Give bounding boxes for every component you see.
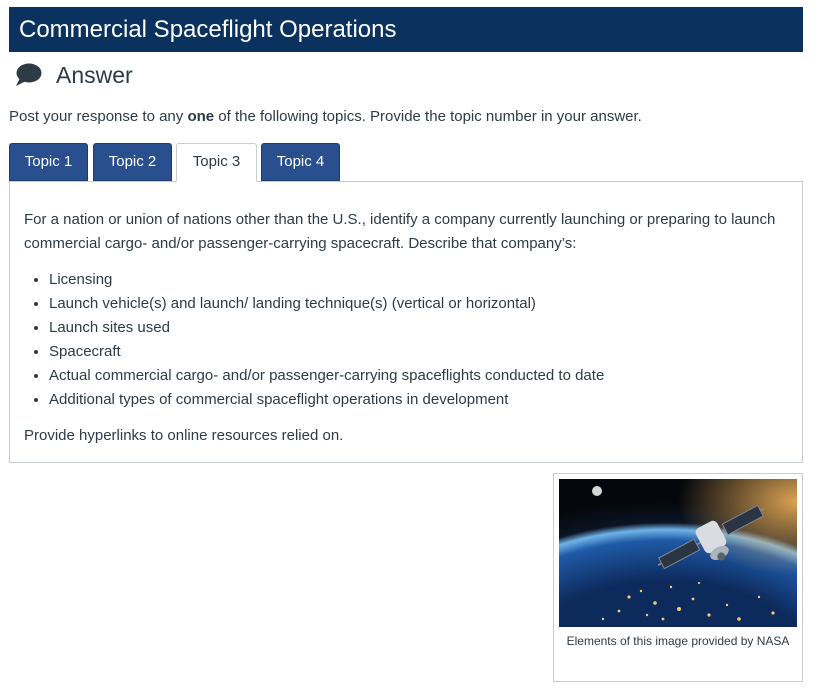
- tab-topic-2[interactable]: Topic 2: [93, 143, 172, 181]
- topic-description: For a nation or union of nations other t…: [24, 211, 776, 252]
- list-item: Actual commercial cargo- and/or passenge…: [49, 364, 788, 388]
- page-title: Commercial Spaceflight Operations: [19, 16, 397, 43]
- topic-footer-note: Provide hyperlinks to online resources r…: [24, 427, 344, 444]
- answer-label: Answer: [56, 61, 133, 88]
- figure-caption: Elements of this image provided by NASA: [566, 634, 790, 648]
- list-item: Additional types of commercial spaceflig…: [49, 388, 788, 412]
- topic-requirements-list: Licensing Launch vehicle(s) and launch/ …: [24, 268, 788, 412]
- spacecraft-over-earth-image: [559, 479, 797, 627]
- list-item: Spacecraft: [49, 340, 788, 364]
- tab-topic-4[interactable]: Topic 4: [261, 143, 340, 181]
- page-banner: Commercial Spaceflight Operations: [9, 7, 803, 52]
- list-item: Launch vehicle(s) and launch/ landing te…: [49, 292, 788, 316]
- instructions-text-after: of the following topics. Provide the top…: [214, 108, 642, 125]
- tab-topic-1[interactable]: Topic 1: [9, 143, 88, 181]
- list-item: Launch sites used: [49, 316, 788, 340]
- topic-panel: For a nation or union of nations other t…: [9, 181, 803, 463]
- tab-topic-3[interactable]: Topic 3: [176, 143, 257, 182]
- speech-bubble-icon: [16, 63, 42, 86]
- instructions: Post your response to any one of the fol…: [9, 108, 642, 125]
- instructions-text-before: Post your response to any: [9, 108, 188, 125]
- list-item: Licensing: [49, 268, 788, 292]
- figure: Elements of this image provided by NASA: [553, 473, 803, 682]
- answer-heading: Answer: [14, 60, 133, 90]
- instructions-emphasis: one: [187, 108, 215, 125]
